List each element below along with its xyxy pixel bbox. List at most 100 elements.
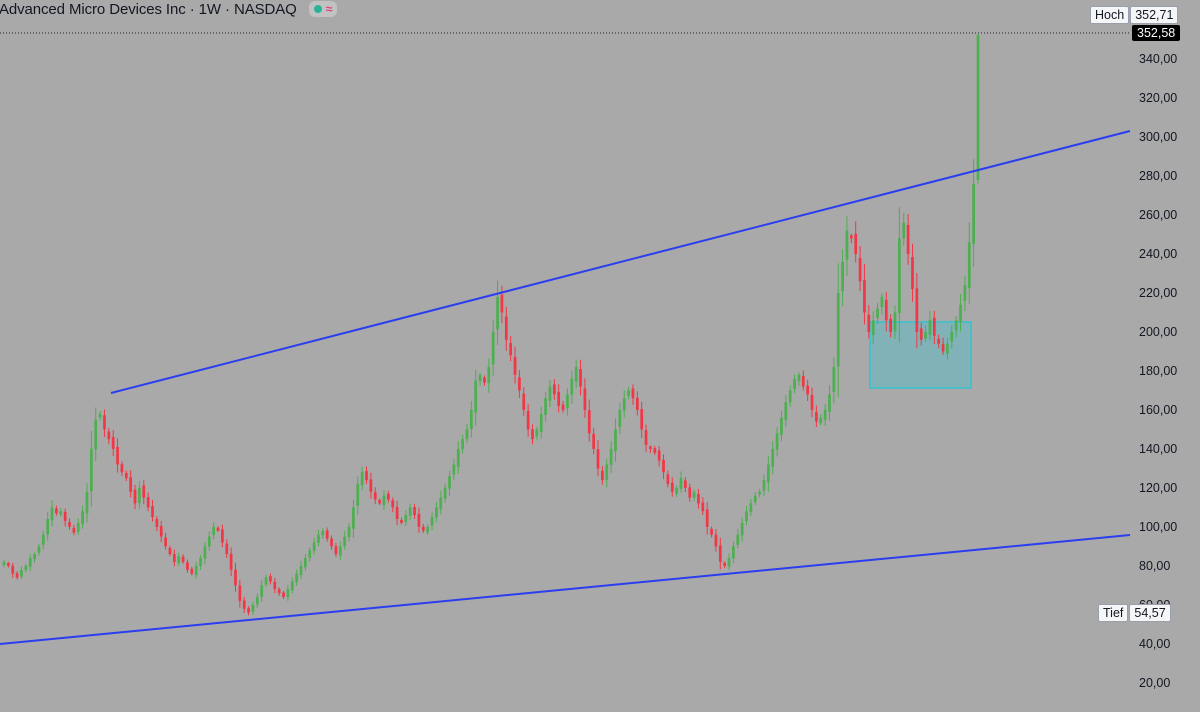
status-indicators[interactable]: ≈ xyxy=(308,1,338,17)
candle-down xyxy=(653,448,657,453)
candle-down xyxy=(55,508,58,514)
candle-down xyxy=(889,318,892,332)
candle-up xyxy=(605,464,609,480)
candle-down xyxy=(662,459,665,473)
candle-down xyxy=(247,608,250,613)
pink-wave-icon: ≈ xyxy=(325,2,333,16)
candle-down xyxy=(164,537,167,547)
y-tick-label: 180,00 xyxy=(1139,364,1177,378)
candle-up xyxy=(871,320,875,335)
candle-down xyxy=(526,411,530,430)
candle-up xyxy=(745,511,748,522)
candle-down xyxy=(120,464,124,473)
candle-down xyxy=(705,509,709,527)
candle-up xyxy=(28,558,32,567)
candle-up xyxy=(627,390,630,396)
candle-down xyxy=(531,429,534,440)
candle-up xyxy=(76,522,80,532)
candle-up xyxy=(924,331,927,339)
candle-down xyxy=(504,316,508,340)
candle-down xyxy=(518,377,521,391)
candle-up xyxy=(692,491,696,498)
candle-up xyxy=(295,573,298,583)
candle-down xyxy=(723,562,727,566)
candle-down xyxy=(181,556,185,562)
y-tick-label: 280,00 xyxy=(1139,169,1177,183)
candle-up xyxy=(347,526,351,537)
candle-up xyxy=(94,419,98,450)
candle-up xyxy=(902,222,906,239)
candle-up xyxy=(954,320,958,331)
candle-up xyxy=(762,480,766,491)
candle-down xyxy=(684,480,687,488)
candle-up xyxy=(487,367,491,384)
candle-up xyxy=(382,495,386,506)
candlestick-chart[interactable]: 20,0040,0060,0080,00100,00120,00140,0016… xyxy=(0,0,1200,712)
price-axis[interactable]: 20,0040,0060,0080,00100,00120,00140,0016… xyxy=(1139,52,1177,690)
candle-down xyxy=(815,412,818,422)
candle-down xyxy=(186,562,189,570)
y-tick-label: 160,00 xyxy=(1139,403,1177,417)
candle-up xyxy=(81,511,84,525)
candle-up xyxy=(570,378,574,395)
candle-down xyxy=(225,543,229,555)
candle-down xyxy=(513,356,517,375)
candle-up xyxy=(90,448,93,492)
candle-up xyxy=(46,519,50,535)
candle-up xyxy=(448,476,451,489)
upper-trendline[interactable] xyxy=(110,130,1131,394)
candle-up xyxy=(928,320,932,335)
candle-down xyxy=(561,404,565,410)
candle-down xyxy=(911,257,914,290)
y-tick-label: 40,00 xyxy=(1139,637,1170,651)
candle-up xyxy=(679,478,683,489)
candle-up xyxy=(539,413,543,432)
high-marker: Hoch 352,71 xyxy=(1090,6,1179,24)
candle-down xyxy=(937,338,941,344)
candle-down xyxy=(919,328,923,340)
candle-up xyxy=(212,526,216,536)
candle-up xyxy=(832,367,836,392)
candle-down xyxy=(596,449,600,469)
candle-up xyxy=(793,378,796,390)
candle-up xyxy=(788,390,792,403)
candle-down xyxy=(714,534,718,547)
candle-up xyxy=(950,331,954,342)
candle-up xyxy=(20,569,23,577)
candle-down xyxy=(282,592,285,598)
candle-down xyxy=(417,513,421,527)
candle-up xyxy=(972,183,975,244)
candle-up xyxy=(675,487,678,495)
candle-up xyxy=(898,238,901,314)
candle-down xyxy=(330,538,333,547)
candle-down xyxy=(688,487,692,498)
candle-down xyxy=(15,573,19,578)
candle-up xyxy=(876,308,879,318)
candle-down xyxy=(11,565,15,574)
candle-down xyxy=(168,547,172,555)
candle-down xyxy=(552,384,556,395)
y-tick-label: 100,00 xyxy=(1139,520,1177,534)
candle-down xyxy=(884,299,888,321)
candle-up xyxy=(618,409,622,427)
candle-up xyxy=(352,507,355,529)
candle-up xyxy=(614,429,617,452)
candle-up xyxy=(784,402,788,420)
candle-down xyxy=(7,563,10,566)
candle-down xyxy=(592,433,595,449)
candle-up xyxy=(544,398,547,415)
candle-down xyxy=(242,600,246,609)
candle-down xyxy=(670,482,674,492)
candle-down xyxy=(273,581,277,590)
candle-up xyxy=(535,429,539,437)
candle-down xyxy=(483,377,486,383)
candle-down xyxy=(631,388,635,399)
candle-up xyxy=(50,507,54,521)
chart-header: Advanced Micro Devices Inc · 1W · NASDAQ… xyxy=(0,0,338,18)
candle-up xyxy=(736,534,740,545)
candle-up xyxy=(622,398,626,411)
candle-down xyxy=(583,388,587,410)
candle-down xyxy=(666,474,670,484)
candle-down xyxy=(229,553,233,570)
candle-up xyxy=(967,242,971,288)
